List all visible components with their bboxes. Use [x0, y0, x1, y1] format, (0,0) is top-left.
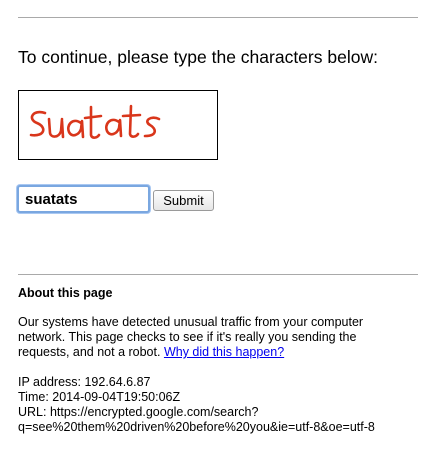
about-heading: About this page	[18, 286, 113, 300]
section-divider	[18, 274, 418, 275]
explanation-line-text: requests, and not a robot.	[18, 345, 164, 359]
request-details: IP address: 192.64.6.87 Time: 2014-09-04…	[18, 375, 375, 435]
request-query: q=see%20them%20driven%20before%20you&ie=…	[18, 420, 375, 434]
timestamp: Time: 2014-09-04T19:50:06Z	[18, 390, 181, 404]
top-divider	[18, 17, 418, 18]
submit-button[interactable]: Submit	[153, 190, 214, 211]
explanation-line: requests, and not a robot. Why did this …	[18, 345, 363, 360]
explanation-line: network. This page checks to see if it's…	[18, 330, 357, 344]
captcha-prompt: To continue, please type the characters …	[18, 47, 378, 67]
captcha-image	[18, 90, 218, 160]
request-url: URL: https://encrypted.google.com/search…	[18, 405, 259, 419]
why-did-this-happen-link[interactable]: Why did this happen?	[164, 345, 284, 359]
explanation-text: Our systems have detected unusual traffi…	[18, 315, 363, 360]
explanation-line: Our systems have detected unusual traffi…	[18, 315, 364, 329]
captcha-distorted-text	[29, 104, 161, 139]
captcha-answer-input[interactable]	[17, 185, 150, 213]
ip-address: IP address: 192.64.6.87	[18, 375, 151, 389]
